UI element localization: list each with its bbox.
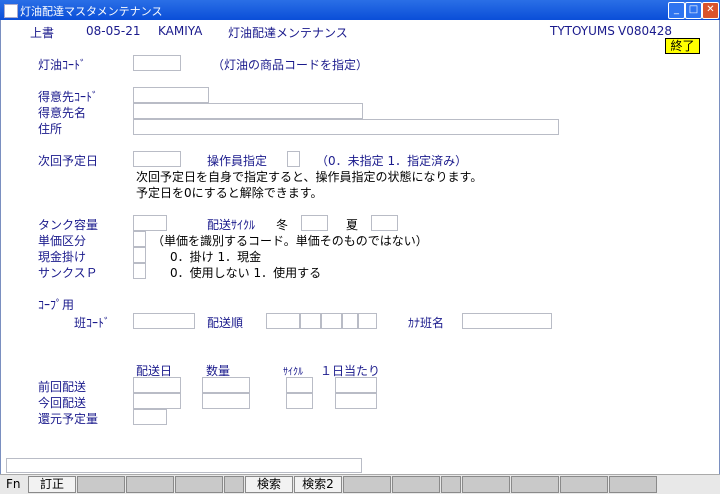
operator-hint: （0．未指定 1．指定済み） [316,154,468,168]
mode-label: 上書 [30,26,55,40]
title-bar: 灯油配達マスタメンテナンス _ □ ✕ [0,0,720,20]
tank-label: タンク容量 [38,218,99,232]
row-label-previous: 前回配送 [38,380,87,394]
delivery-order-label: 配送順 [207,316,244,330]
operator-field[interactable] [287,151,300,167]
cash-field[interactable] [133,247,146,263]
address-label: 住所 [38,122,63,136]
address-field[interactable] [133,119,559,135]
current-date-field[interactable] [133,393,181,409]
program-id: TYTOYUMS [550,24,615,38]
row-label-refund: 還元予定量 [38,412,99,426]
form-area [0,20,720,493]
end-button[interactable]: 終了 [665,38,700,54]
current-per-day-field[interactable] [335,393,377,409]
previous-date-field[interactable] [133,377,181,393]
tank-field[interactable] [133,215,167,231]
previous-cycle-field[interactable] [286,377,313,393]
kerosene-code-field[interactable] [133,55,181,71]
next-date-field[interactable] [133,151,181,167]
app-icon [4,4,18,18]
fkey-8[interactable] [343,476,391,493]
group-code-label: 班ｺｰﾄﾞ [74,316,111,330]
customer-name-label: 得意先名 [38,106,87,120]
kana-group-field[interactable] [462,313,552,329]
customer-name-field[interactable] [133,103,363,119]
price-class-label: 単価区分 [38,234,87,248]
delivery-order-field-1[interactable] [266,313,300,329]
winter-cycle-field[interactable] [301,215,328,231]
previous-qty-field[interactable] [202,377,250,393]
fkey-9[interactable] [392,476,440,493]
date-label: 08-05-21 [86,24,141,38]
fkey-3[interactable] [126,476,174,493]
thanks-label: サンクスＰ [38,266,98,280]
kana-group-label: ｶﾅ班名 [408,316,445,330]
cash-label: 現金掛け [38,250,87,264]
cycle-label: 配送ｻｲｸﾙ [207,218,256,232]
fkey-search2[interactable]: 検索2 [294,476,342,493]
fn-label: Fn [6,477,21,491]
previous-per-day-field[interactable] [335,377,377,393]
price-class-field[interactable] [133,231,146,247]
fkey-5[interactable] [224,476,244,493]
customer-code-field[interactable] [133,87,209,103]
note-line-2: 予定日を0にすると解除できます。 [136,186,323,200]
customer-code-label: 得意先ｺｰﾄﾞ [38,90,99,104]
window-title: 灯油配達マスタメンテナンス [20,5,163,18]
refund-qty-field[interactable] [133,409,167,425]
kerosene-code-hint: （灯油の商品コードを指定） [212,58,369,72]
fkey-13[interactable] [560,476,608,493]
fkey-10[interactable] [441,476,461,493]
cash-hint: 0．掛け 1．現金 [170,250,262,264]
price-class-hint: （単価を識別するコード。単価そのものではない） [152,234,428,248]
screen-title: 灯油配達メンテナンス [228,26,348,40]
close-button[interactable]: ✕ [702,2,719,19]
current-cycle-field[interactable] [286,393,313,409]
fkey-12[interactable] [511,476,559,493]
fkey-search[interactable]: 検索 [245,476,293,493]
delivery-order-field-5[interactable] [358,313,377,329]
note-line-1: 次回予定日を自身で指定すると、操作員指定の状態になります。 [136,170,483,184]
delivery-order-field-3[interactable] [321,313,342,329]
next-date-label: 次回予定日 [38,154,99,168]
user-label: KAMIYA [158,24,203,38]
row-label-current: 今回配送 [38,396,87,410]
fkey-4[interactable] [175,476,223,493]
delivery-order-field-4[interactable] [342,313,358,329]
function-key-bar: Fn 訂正 検索 検索2 [0,474,720,494]
col-header-cycle: ｻｲｸﾙ [283,367,303,378]
summer-cycle-field[interactable] [371,215,398,231]
summer-label: 夏 [346,218,359,232]
fkey-2[interactable] [77,476,125,493]
message-field[interactable] [6,458,362,473]
maximize-button[interactable]: □ [685,2,702,19]
thanks-hint: 0．使用しない 1．使用する [170,266,322,280]
current-qty-field[interactable] [202,393,250,409]
version-label: V080428 [618,24,673,38]
thanks-field[interactable] [133,263,146,279]
minimize-button[interactable]: _ [668,2,685,19]
group-code-field[interactable] [133,313,195,329]
delivery-order-field-2[interactable] [300,313,321,329]
coop-label: ｺｰﾌﾟ用 [38,298,75,312]
kerosene-code-label: 灯油ｺｰﾄﾞ [38,58,87,72]
winter-label: 冬 [276,218,289,232]
operator-label: 操作員指定 [207,154,268,168]
fkey-11[interactable] [462,476,510,493]
fkey-14[interactable] [609,476,657,493]
fkey-1[interactable]: 訂正 [28,476,76,493]
